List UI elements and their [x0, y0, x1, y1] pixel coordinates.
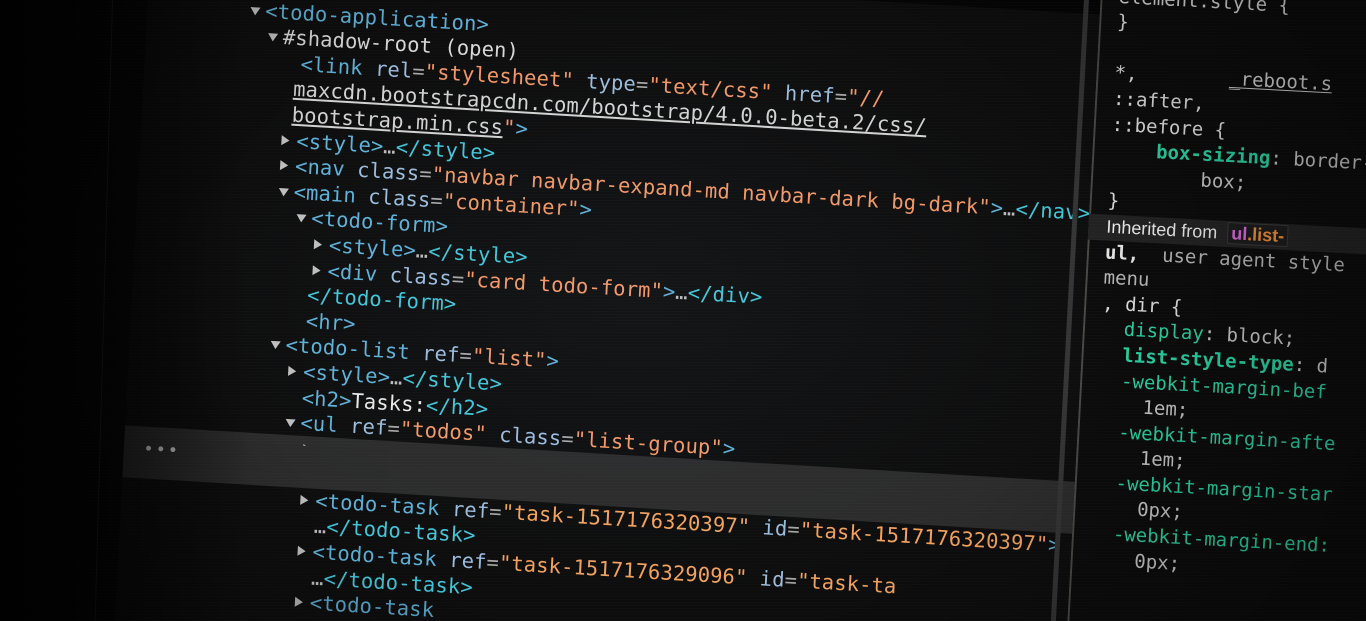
token-attr: id [749, 514, 789, 541]
token-pval: 0px; [1090, 496, 1184, 524]
dom-row-text: <hr> [305, 309, 356, 336]
token-txt: Tasks: [350, 388, 427, 417]
token-pval: 1em; [1096, 394, 1189, 422]
token-tag: > [722, 435, 736, 461]
token-val: "list" [471, 344, 548, 373]
token-tag: > [578, 196, 593, 222]
expand-triangle-open-icon[interactable] [250, 6, 261, 16]
token-attr: ref [448, 547, 488, 575]
token-tagc: </nav> [1014, 196, 1091, 226]
token-sel-css: *, [1113, 62, 1139, 86]
stylesheet-source-link[interactable]: _reboot.s [1229, 68, 1333, 95]
expand-triangle-closed-icon[interactable] [294, 596, 304, 608]
token-sel-css: , dir { [1101, 292, 1183, 319]
token-sel-css: ::after, [1112, 87, 1206, 115]
token-tag: <h2> [301, 385, 353, 413]
styles-rules-list[interactable]: Filter:hov.clselement.style {} *,_reboot… [1087, 0, 1366, 593]
token-tag: <style> [328, 233, 417, 263]
token-sel-css: } [1107, 189, 1120, 213]
token-tag: <main [293, 179, 369, 209]
elements-panel[interactable]: "app"><todo-application>#shadow-root (op… [112, 0, 1159, 621]
token-val: "// [846, 84, 886, 111]
token-tagc: </div> [687, 280, 764, 309]
token-tag: > [545, 348, 560, 374]
expand-triangle-closed-icon[interactable] [300, 494, 309, 506]
expand-triangle-closed-icon[interactable] [313, 239, 323, 250]
chip-tag-name: ul [1230, 223, 1248, 244]
token-ua: menu [1103, 266, 1150, 292]
expand-triangle-closed-icon[interactable] [297, 545, 306, 557]
token-pval: : block; [1203, 323, 1296, 351]
token-tag: <hr> [305, 308, 357, 336]
token-pval: : border- [1269, 147, 1366, 175]
dom-tree-lines[interactable]: "app"><todo-application>#shadow-root (op… [120, 0, 1158, 621]
chip-class-name: .list- [1246, 224, 1285, 246]
token-tagc: </style> [427, 238, 529, 269]
token-tag: <link [299, 51, 376, 81]
token-tagc: </style> [401, 365, 503, 396]
inherited-source-chip[interactable]: ul.list- [1226, 221, 1289, 248]
expand-triangle-open-icon[interactable] [270, 341, 281, 350]
token-attr: ref [349, 413, 389, 440]
expand-triangle-closed-icon[interactable] [312, 264, 321, 276]
token-attr: class [389, 262, 453, 290]
token-valid: "task-ta [796, 568, 898, 599]
expand-triangle-open-icon[interactable] [278, 187, 289, 197]
expand-triangle-closed-icon[interactable] [281, 134, 290, 146]
token-attr: ref [451, 496, 490, 523]
token-tag: <ul [299, 410, 351, 438]
token-attr: rel [374, 56, 414, 83]
devtools-window: "app"><todo-application>#shadow-root (op… [0, 0, 1366, 621]
breadcrumb-ellipsis[interactable]: ••• [143, 439, 181, 461]
token-sel-css: } [1116, 11, 1130, 34]
expand-triangle-open-icon[interactable] [267, 33, 279, 42]
monitor-screen: "app"><todo-application>#shadow-root (op… [0, 0, 1366, 621]
token-sel-css: ::before { [1111, 113, 1227, 142]
expand-triangle-open-icon[interactable] [285, 418, 296, 428]
token-pval: : d [1293, 353, 1329, 378]
token-prop: display [1100, 317, 1205, 346]
token-attr: href [771, 79, 836, 108]
token-tag: > [514, 115, 529, 141]
token-tagc: </style> [395, 134, 496, 165]
expand-triangle-open-icon[interactable] [296, 214, 307, 224]
token-attr: id [746, 565, 786, 592]
token-tagc: </h2> [425, 392, 489, 421]
token-sel-strong: ul, [1104, 241, 1152, 266]
token-pval: 1em; [1093, 445, 1187, 473]
token-attr: ref [421, 341, 461, 368]
token-tag: <div [326, 258, 391, 287]
token-tag: <style> [295, 128, 385, 158]
token-tag: <style> [302, 359, 391, 389]
token-tag: > [328, 0, 342, 1]
expand-triangle-closed-icon[interactable] [279, 160, 289, 171]
token-attr: type [573, 68, 637, 96]
token-attr: class [367, 184, 432, 212]
styles-panel[interactable]: Filter:hov.clselement.style {} *,_reboot… [1064, 0, 1366, 621]
token-attr: class [356, 157, 420, 186]
token-tag: <nav [294, 154, 358, 182]
token-pval: 0px; [1088, 547, 1181, 575]
expand-triangle-closed-icon[interactable] [287, 365, 297, 377]
token-attr: class [486, 421, 562, 451]
